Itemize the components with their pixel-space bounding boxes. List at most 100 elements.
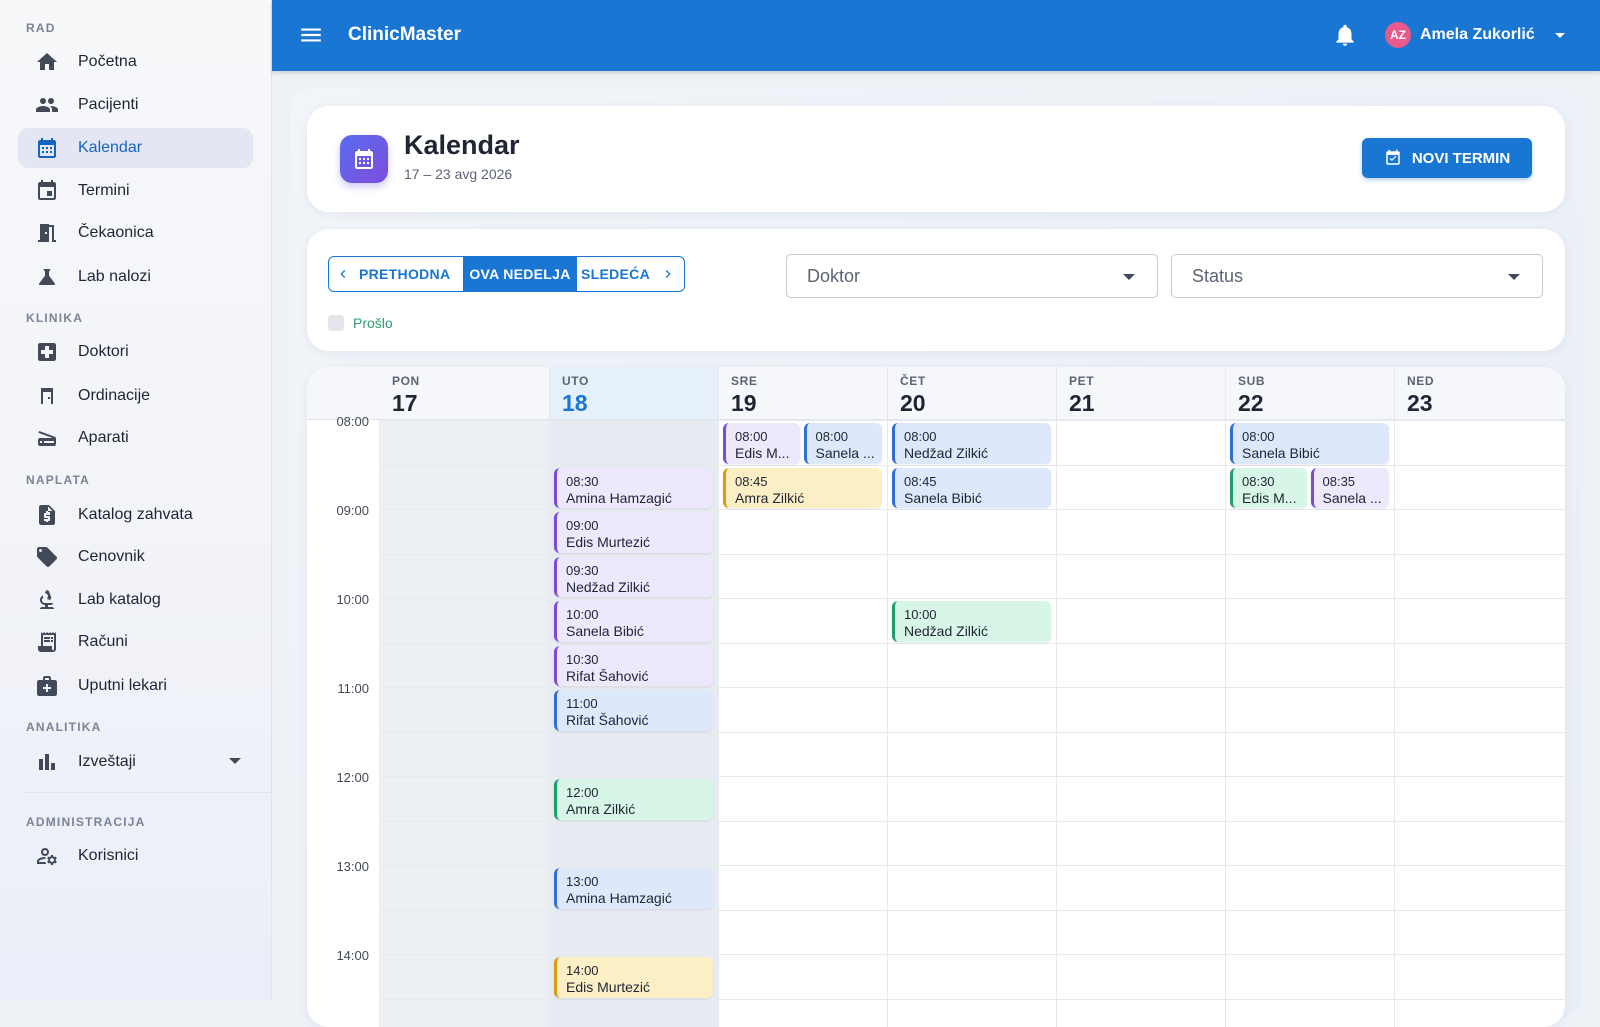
appointment-event[interactable]: 13:00 Amina Hamzagić (554, 868, 713, 909)
event-time: 11:00 (566, 696, 598, 711)
bar-chart-icon (34, 749, 60, 775)
current-week-button[interactable]: OVA NEDELJA (463, 257, 577, 291)
sidebar-item[interactable]: Aparati (18, 418, 253, 458)
sidebar-item[interactable]: Korisnici (18, 836, 253, 876)
week-calendar-grid: PON 17 UTO 18 SRE 19 ČET 20 PET 21 SUB 22 NED 23 08:00… (307, 367, 1565, 1027)
day-column[interactable] (718, 367, 887, 1027)
chevron-down-icon[interactable] (229, 758, 241, 764)
event-patient: Amra Zilkić (735, 489, 805, 506)
appointment-event[interactable]: 10:30 Rifat Šahović (554, 645, 713, 686)
past-checkbox[interactable] (328, 315, 344, 331)
notifications-bell-icon[interactable] (1332, 22, 1358, 50)
sidebar-item-label: Uputni lekari (78, 677, 167, 694)
event-time: 10:00 (566, 607, 599, 622)
user-menu-caret-icon[interactable] (1555, 33, 1565, 38)
event-time: 12:00 (566, 785, 599, 800)
hour-label: 10:00 (336, 592, 369, 607)
event-time: 08:45 (904, 473, 937, 489)
sidebar-item[interactable]: Doktori (18, 332, 253, 372)
sidebar-item[interactable]: Uputni lekari (18, 666, 253, 706)
menu-icon[interactable] (298, 22, 324, 48)
event-patient: Amina Hamzagić (566, 489, 672, 506)
sidebar-item[interactable]: Pacijenti (18, 85, 253, 125)
appointment-event[interactable]: 08:00 Sanela ... (803, 423, 882, 464)
hour-label: 08:00 (336, 414, 369, 429)
grid-hline (379, 998, 1565, 1000)
home-icon (34, 49, 60, 75)
appointment-event[interactable]: 09:00 Edis Murtezić (554, 512, 713, 553)
sidebar-item[interactable]: Izveštaji (18, 742, 253, 782)
appointment-event[interactable]: 08:00 Edis M... (723, 423, 800, 464)
day-column[interactable] (1225, 367, 1394, 1027)
sidebar-item[interactable]: Početna (18, 42, 253, 82)
sidebar-item-label: Pacijenti (78, 96, 139, 113)
appointment-event[interactable]: 08:00 Nedžad Zilkić (892, 423, 1051, 464)
appointment-event[interactable]: 12:00 Amra Zilkić (554, 779, 713, 820)
sidebar-item[interactable]: Katalog zahvata (18, 495, 253, 535)
time-gutter-header (307, 367, 379, 419)
price-doc-icon (34, 502, 60, 528)
appointment-event[interactable]: 08:45 Amra Zilkić (723, 467, 882, 508)
appointment-event[interactable]: 08:30 Amina Hamzagić (554, 467, 713, 508)
medical-bag-icon (34, 673, 60, 699)
new-appointment-label: NOVI TERMIN (1411, 149, 1511, 167)
next-week-button[interactable]: SLEDEĆA (577, 257, 684, 291)
sidebar-item[interactable]: Cenovnik (18, 537, 253, 577)
sidebar-item[interactable]: Lab katalog (18, 580, 253, 620)
day-column[interactable] (887, 367, 1056, 1027)
sidebar-item-label: Čekaonica (78, 224, 154, 241)
doctor-select-placeholder: Doktor (807, 265, 861, 286)
day-number: 20 (900, 390, 926, 416)
event-time: 09:00 (566, 518, 599, 533)
sidebar-item[interactable]: Termini (18, 171, 253, 211)
calendar-card: PON 17 UTO 18 SRE 19 ČET 20 PET 21 SUB 22 NED 23 08:00… (307, 367, 1565, 1027)
event-add-icon (1386, 149, 1400, 165)
appointment-event[interactable]: 09:30 Nedžad Zilkić (554, 556, 713, 597)
sidebar-item-label: Lab nalozi (78, 268, 151, 285)
grid-vline (1056, 367, 1057, 1027)
sidebar-item[interactable]: Ordinacije (18, 376, 253, 416)
appointment-event[interactable]: 11:00 Rifat Šahović (554, 690, 713, 731)
day-column[interactable] (379, 367, 549, 1027)
day-column[interactable] (1394, 367, 1565, 1027)
calendar-icon (34, 135, 60, 161)
day-column[interactable] (1056, 367, 1225, 1027)
appointment-event[interactable]: 08:35 Sanela ... (1310, 467, 1389, 508)
door-icon (34, 220, 60, 246)
previous-week-button[interactable]: PRETHODNA (329, 257, 463, 291)
event-time: 08:00 (904, 429, 937, 444)
event-patient: Nedžad Zilkić (904, 623, 989, 639)
sidebar-item[interactable]: Čekaonica (18, 213, 253, 253)
hour-label: 14:00 (336, 948, 369, 963)
chevron-left-icon (340, 270, 346, 278)
user-avatar[interactable]: AZ (1385, 22, 1411, 48)
chevron-right-icon (665, 270, 671, 278)
week-navigation: PRETHODNA OVA NEDELJA SLEDEĆA (328, 256, 685, 292)
grid-hline (379, 553, 1565, 555)
day-number: 19 (731, 390, 757, 416)
page-header-card: Kalendar 17 – 23 avg 2026 NOVI TERMIN (307, 106, 1565, 212)
grid-hline (379, 642, 1565, 644)
grid-vline (549, 367, 550, 1027)
appointment-event[interactable]: 08:30 Edis M... (1230, 467, 1307, 508)
day-of-week: NED (1407, 374, 1435, 388)
doctor-select[interactable]: Doktor (786, 254, 1158, 298)
time-gutter (307, 367, 379, 1027)
sidebar-item[interactable]: Lab nalozi (18, 257, 253, 297)
sidebar-item[interactable]: Kalendar (18, 128, 253, 168)
day-header: PON 17 (379, 367, 549, 419)
appointment-event[interactable]: 14:00 Edis Murtezić (554, 957, 713, 998)
new-appointment-button[interactable]: NOVI TERMIN (1362, 138, 1532, 178)
appointment-event[interactable]: 10:00 Sanela Bibić (554, 601, 713, 642)
day-of-week: PON (392, 374, 420, 388)
grid-vline (718, 367, 719, 1027)
status-select[interactable]: Status (1171, 254, 1543, 298)
appointment-event[interactable]: 10:00 Nedžad Zilkić (892, 601, 1051, 642)
user-name[interactable]: Amela Zukorlić (1420, 26, 1535, 44)
event-patient: Sanela Bibić (1242, 445, 1320, 461)
appointment-event[interactable]: 08:00 Sanela Bibić (1230, 423, 1389, 464)
event-time: 14:00 (566, 963, 599, 978)
hour-label: 09:00 (336, 503, 369, 518)
sidebar-item[interactable]: Računi (18, 622, 253, 662)
appointment-event[interactable]: 08:45 Sanela Bibić (892, 467, 1051, 508)
